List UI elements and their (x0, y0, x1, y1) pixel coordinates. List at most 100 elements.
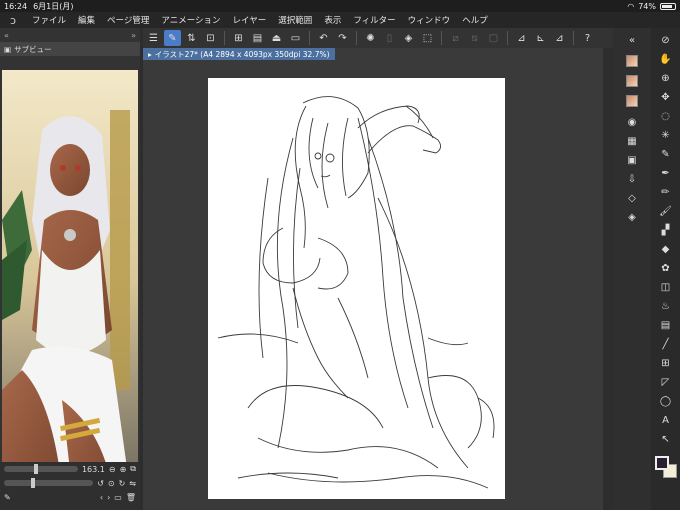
zoom-slider[interactable] (4, 464, 78, 474)
help-icon[interactable]: ? (579, 30, 596, 46)
eyedropper-icon[interactable]: ✎ (4, 493, 11, 502)
wifi-icon: ◠ (627, 1, 635, 11)
nav-row: ✎ ‹ › ▭ 🗑 (0, 490, 140, 504)
next-image-icon[interactable]: › (107, 493, 110, 502)
tool-airbrush-icon[interactable]: ▞ (659, 223, 673, 237)
tool-text-icon[interactable]: A (659, 413, 673, 427)
select-all-icon[interactable]: ⬚ (419, 30, 436, 46)
reset-icon[interactable]: ⊙ (108, 479, 115, 488)
menu-page[interactable]: ページ管理 (101, 14, 155, 26)
canvas-area[interactable]: ▸ イラスト27* (A4 2894 x 4093px 350dpi 32.7%… (143, 48, 603, 510)
material-icon[interactable]: ⇩ (625, 172, 639, 186)
menu-filter[interactable]: フィルター (347, 14, 401, 26)
tool-correct-icon[interactable]: ↖ (659, 432, 673, 446)
menu-edit[interactable]: 編集 (72, 14, 101, 26)
fit-icon[interactable]: ⧉ (130, 464, 136, 474)
menu-view[interactable]: 表示 (318, 14, 347, 26)
rotate-row: ↺ ⊙ ↻ ⇋ (0, 476, 140, 490)
layer-property-icon[interactable]: ◉ (625, 115, 639, 129)
tool-balloon-icon[interactable]: ◯ (659, 394, 673, 408)
invert-selection-icon[interactable]: ⧅ (466, 30, 483, 46)
quick-access-icon[interactable]: ✎ (164, 30, 181, 46)
menu-window[interactable]: ウィンドウ (402, 14, 457, 26)
collapse-right-icon[interactable]: « (625, 33, 639, 47)
tool-frame-icon[interactable]: ⊞ (659, 356, 673, 370)
tool-decoration-icon[interactable]: ✿ (659, 261, 673, 275)
layer-stack-icon[interactable]: ◇ (625, 191, 639, 205)
delete-icon[interactable]: 🗑 (126, 493, 136, 502)
tool-ruler-icon[interactable]: ◸ (659, 375, 673, 389)
status-time: 16:24 (4, 1, 28, 11)
canvas-paper[interactable] (208, 78, 505, 499)
deselect-icon[interactable]: ⧄ (447, 30, 464, 46)
tool-hand-icon[interactable]: ✋ (659, 52, 673, 66)
tool-gradient-icon[interactable]: ▤ (659, 318, 673, 332)
open-folder-icon[interactable]: ▭ (114, 493, 122, 502)
document-tab[interactable]: ▸ イラスト27* (A4 2894 x 4093px 350dpi 32.7%… (143, 48, 335, 60)
zoom-out-icon[interactable]: ⊖ (109, 465, 116, 474)
tool-blend-icon[interactable]: ♨ (659, 299, 673, 313)
sketch-drawing (217, 96, 495, 489)
app-window: 16:24 6月1日(月) ◠ 74% ɔ ファイル 編集 ページ管理 アニメー… (0, 0, 680, 510)
subview-tab-label: サブビュー (14, 44, 52, 54)
perspective-icon[interactable]: ⊿ (551, 30, 568, 46)
loading-icon[interactable]: ✺ (362, 30, 379, 46)
menu-selection[interactable]: 選択範囲 (272, 14, 318, 26)
tool-fill-icon[interactable]: ◆ (659, 242, 673, 256)
tool-palette: ⊘ ✋ ⊕ ✥ ◌ ✳ ✎ ✒ ✏ 🖌 ▞ ◆ ✿ ◫ ♨ ▤ ╱ ⊞ ◸ ◯ … (651, 28, 680, 510)
menu-layer[interactable]: レイヤー (227, 14, 273, 26)
edit-toolbar-icon[interactable]: ⊡ (202, 30, 219, 46)
app-logo-icon[interactable]: ɔ (0, 14, 26, 27)
save-icon[interactable]: ⏏ (268, 30, 285, 46)
subview-icon: ▣ (4, 44, 12, 54)
tool-pencil-icon[interactable]: ✏ (659, 185, 673, 199)
tool-view-icon[interactable]: ⊘ (659, 33, 673, 47)
snap-icon[interactable]: ⊾ (532, 30, 549, 46)
rotate-left-icon[interactable]: ↺ (97, 479, 104, 488)
new-file-icon[interactable]: ⊞ (230, 30, 247, 46)
tool-brush-icon[interactable]: 🖌 (659, 204, 673, 218)
rotate-slider[interactable] (4, 478, 94, 488)
undo-icon[interactable]: ↶ (315, 30, 332, 46)
rotate-right-icon[interactable]: ↻ (119, 479, 126, 488)
tool-eyedropper-icon[interactable]: ✎ (659, 147, 673, 161)
sub-tool-icon[interactable]: ▣ (625, 153, 639, 167)
redo-icon[interactable]: ↷ (334, 30, 351, 46)
subview-tab[interactable]: ▣ サブビュー (0, 42, 140, 56)
reference-illustration (2, 70, 138, 488)
clear-icon[interactable]: ▯ (381, 30, 398, 46)
layer-thumbnail-1[interactable] (626, 55, 638, 67)
subview-image[interactable] (2, 70, 138, 488)
expand-left-icon[interactable]: » (131, 31, 136, 40)
navigator-icon[interactable]: ▦ (625, 134, 639, 148)
layer-thumbnail-3[interactable] (626, 95, 638, 107)
crop-icon[interactable]: ▢ (485, 30, 502, 46)
export-icon[interactable]: ▭ (287, 30, 304, 46)
fill-icon[interactable]: ◈ (400, 30, 417, 46)
tool-lasso-icon[interactable]: ◌ (659, 109, 673, 123)
layers-icon[interactable]: ◈ (625, 210, 639, 224)
ruler-icon[interactable]: ⊿ (513, 30, 530, 46)
open-file-icon[interactable]: ▤ (249, 30, 266, 46)
flip-icon[interactable]: ⇋ (129, 479, 136, 488)
menu-bar: ɔ ファイル 編集 ページ管理 アニメーション レイヤー 選択範囲 表示 フィル… (0, 12, 680, 28)
menu-help[interactable]: ヘルプ (456, 14, 494, 26)
tool-pen-icon[interactable]: ✒ (659, 166, 673, 180)
tool-wand-icon[interactable]: ✳ (659, 128, 673, 142)
prev-image-icon[interactable]: ‹ (100, 493, 103, 502)
tool-move-icon[interactable]: ✥ (659, 90, 673, 104)
tool-line-icon[interactable]: ╱ (659, 337, 673, 351)
toggle-icon[interactable]: ⇅ (183, 30, 200, 46)
collapse-left-icon[interactable]: « (4, 31, 9, 40)
menu-file[interactable]: ファイル (26, 14, 72, 26)
tool-zoom-icon[interactable]: ⊕ (659, 71, 673, 85)
status-battery: 74% (638, 1, 656, 11)
ios-status-bar: 16:24 6月1日(月) ◠ 74% (0, 0, 680, 12)
zoom-in-icon[interactable]: ⊕ (120, 465, 127, 474)
tool-eraser-icon[interactable]: ◫ (659, 280, 673, 294)
foreground-color-swatch[interactable] (655, 456, 669, 470)
layer-thumbnail-2[interactable] (626, 75, 638, 87)
zoom-row: 163.1 ⊖ ⊕ ⧉ (0, 462, 140, 476)
menu-animation[interactable]: アニメーション (155, 14, 226, 26)
menu-icon[interactable]: ☰ (145, 30, 162, 46)
